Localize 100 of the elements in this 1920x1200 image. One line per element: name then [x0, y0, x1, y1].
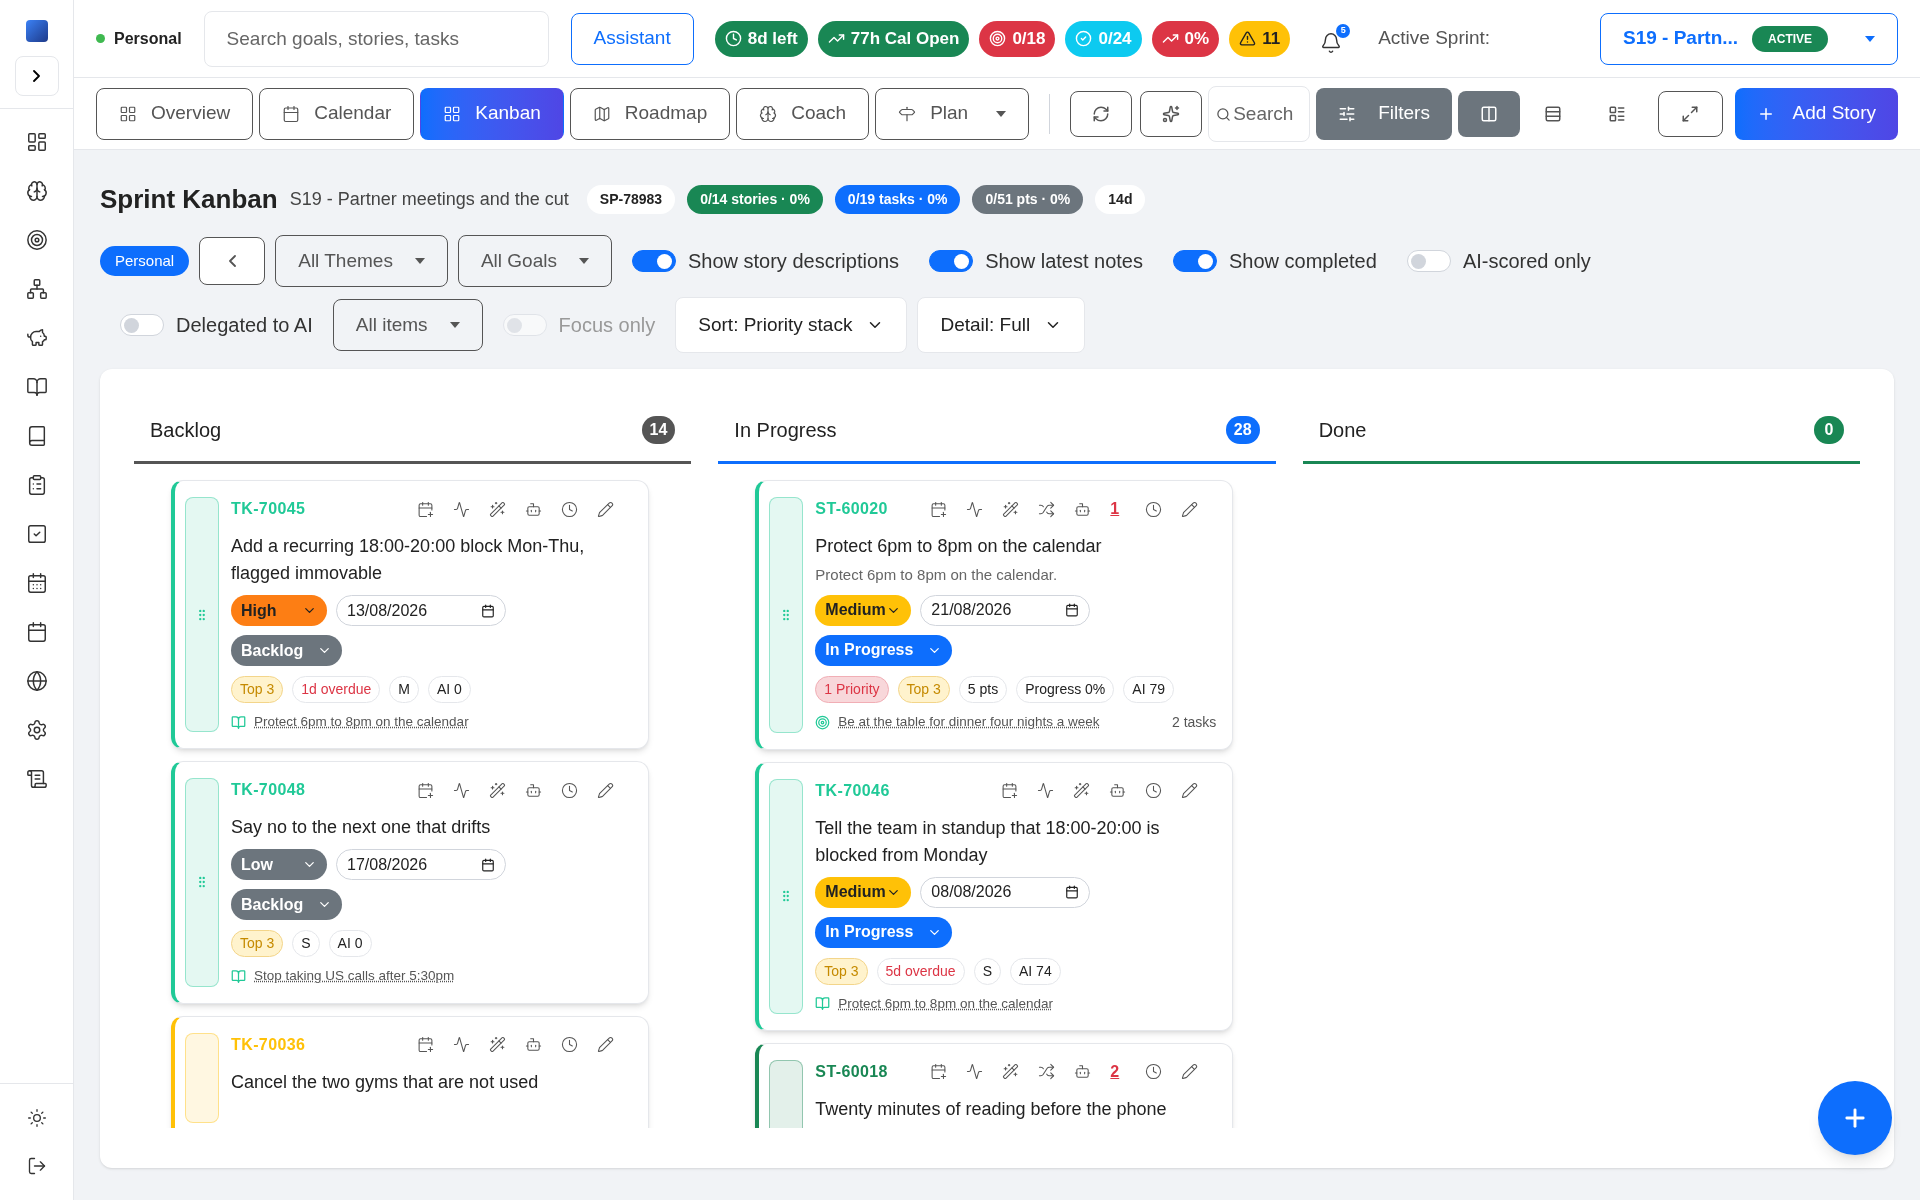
- view-tab[interactable]: Kanban: [420, 87, 564, 140]
- clock-icon: [1145, 782, 1163, 799]
- assistant-button[interactable]: Assistant: [570, 12, 694, 65]
- calendar-icon: [1065, 603, 1080, 617]
- refresh-button[interactable]: [1070, 90, 1133, 137]
- search-field[interactable]: Search: [1208, 85, 1311, 142]
- caret-icon: [578, 258, 589, 264]
- logout-button[interactable]: [26, 1156, 47, 1176]
- toggle-label: Show completed: [1229, 249, 1377, 274]
- scope-pill[interactable]: Personal: [100, 246, 190, 276]
- clock-icon: [561, 1036, 578, 1053]
- card-title: Cancel the two gyms that are not used: [231, 1070, 540, 1094]
- target-nav-button[interactable]: [25, 229, 48, 251]
- toggle-switch[interactable]: [1173, 250, 1217, 272]
- scroll-nav-button[interactable]: [25, 768, 48, 790]
- view-tab[interactable]: Coach: [736, 87, 870, 140]
- date-value: 17/08/2026: [347, 854, 428, 875]
- magic-wand-icon: [489, 781, 506, 799]
- view-tab[interactable]: Overview: [96, 87, 254, 140]
- drag-handle[interactable]: [769, 778, 804, 1014]
- summary-badge: SP-78983: [586, 185, 676, 214]
- calendar-nav-button[interactable]: [25, 621, 48, 643]
- filter-select[interactable]: All items: [332, 299, 483, 351]
- book-nav-button[interactable]: [25, 376, 48, 398]
- notifications-button[interactable]: 5: [1320, 23, 1351, 54]
- view-tab[interactable]: Roadmap: [569, 87, 731, 140]
- view-tab[interactable]: Calendar: [259, 87, 415, 140]
- tag: Top 3: [897, 675, 950, 703]
- tag: 1 Priority: [815, 675, 889, 703]
- layout-toggle[interactable]: [1457, 90, 1520, 137]
- story-link[interactable]: Stop taking US calls after 5:30pm: [254, 966, 455, 987]
- sparkle-button[interactable]: [1140, 90, 1203, 137]
- drag-handle[interactable]: [185, 1032, 219, 1123]
- globe-nav-button[interactable]: [25, 670, 48, 692]
- calendar-icon: [481, 857, 495, 872]
- add-story-button[interactable]: Add Story: [1734, 87, 1898, 140]
- search-field[interactable]: Search goals, stories, tasks: [203, 10, 549, 67]
- checkbox-nav-button[interactable]: [25, 523, 48, 545]
- chevron-left-icon: [228, 255, 236, 267]
- dashboard-nav-button[interactable]: [25, 131, 48, 153]
- alert-count-link[interactable]: 2: [1110, 1059, 1127, 1084]
- priority-select[interactable]: Low: [231, 849, 327, 881]
- tag: Top 3: [815, 957, 868, 985]
- status-select[interactable]: In Progress: [815, 916, 953, 948]
- back-button[interactable]: [199, 237, 266, 285]
- check-circle-icon: [1075, 30, 1093, 47]
- status-select[interactable]: Backlog: [231, 889, 343, 921]
- app-logo: [25, 20, 48, 42]
- dashboard-icon: [25, 131, 48, 153]
- settings-nav-button[interactable]: [25, 719, 48, 741]
- view-tab[interactable]: Plan: [875, 87, 1030, 140]
- drag-handle[interactable]: [769, 497, 804, 733]
- card-title: Tell the team in standup that 18:00-20:00 is blocked from Monday: [815, 816, 1161, 867]
- robot-icon: [1109, 782, 1127, 799]
- dropdown-select[interactable]: Sort: Priority stack: [675, 297, 908, 353]
- filter-select[interactable]: All Goals: [457, 235, 612, 287]
- drag-handle[interactable]: [185, 497, 219, 733]
- calendar-nav-button[interactable]: [25, 572, 48, 594]
- tag: AI 0: [428, 676, 471, 703]
- priority-select[interactable]: High: [231, 595, 327, 626]
- status-select[interactable]: In Progress: [815, 634, 953, 666]
- tag: S: [292, 930, 320, 958]
- story-link[interactable]: Protect 6pm to 8pm on the calendar: [254, 712, 469, 733]
- brain-nav-button[interactable]: [25, 180, 48, 202]
- toggle-switch[interactable]: [631, 250, 676, 272]
- stat-value: 8d left: [747, 27, 798, 50]
- shuffle-icon: [1038, 1063, 1056, 1081]
- logout-icon: [26, 1156, 47, 1176]
- toggle-switch[interactable]: [929, 250, 974, 272]
- piggy-bank-nav-button[interactable]: [25, 327, 48, 349]
- count-badge: 0: [1814, 416, 1844, 444]
- book-icon: [231, 714, 246, 730]
- priority-select[interactable]: Medium: [815, 876, 912, 908]
- story-link[interactable]: Protect 6pm to 8pm on the calendar: [838, 993, 1053, 1014]
- theme-button[interactable]: [26, 1108, 47, 1128]
- filter-select[interactable]: All Themes: [275, 235, 448, 287]
- sprint-select[interactable]: S19 - Partn... ACTIVE: [1600, 12, 1898, 65]
- drag-handle[interactable]: [769, 1059, 804, 1128]
- sprint-name: S19 - Partn...: [1623, 26, 1739, 51]
- tag: Progress 0%: [1016, 675, 1115, 703]
- goal-link[interactable]: Be at the table for dinner four nights a week: [838, 711, 1100, 733]
- caret-icon: [1865, 35, 1875, 42]
- priority-select[interactable]: Medium: [815, 594, 912, 626]
- tag: AI 79: [1123, 675, 1175, 703]
- expand-button[interactable]: [1657, 90, 1723, 137]
- drag-handle[interactable]: [185, 778, 219, 987]
- robot-icon: [525, 1036, 542, 1053]
- target-icon: [989, 30, 1007, 47]
- calendar-plus-icon: [417, 500, 434, 518]
- status-select[interactable]: Backlog: [231, 635, 343, 666]
- activity-icon: [453, 781, 470, 799]
- activity-icon: [453, 500, 470, 518]
- columns-icon: [1479, 104, 1498, 123]
- card-id: TK-70036: [231, 1034, 306, 1055]
- dropdown-select[interactable]: Detail: Full: [917, 297, 1086, 353]
- filters-button[interactable]: Filters: [1316, 87, 1452, 140]
- alert-count-link[interactable]: 1: [1110, 497, 1127, 521]
- card-title: Twenty minutes of reading before the phone: [815, 1097, 1168, 1121]
- card-id: ST-60018: [815, 1061, 888, 1082]
- hierarchy-nav-button[interactable]: [25, 278, 48, 300]
